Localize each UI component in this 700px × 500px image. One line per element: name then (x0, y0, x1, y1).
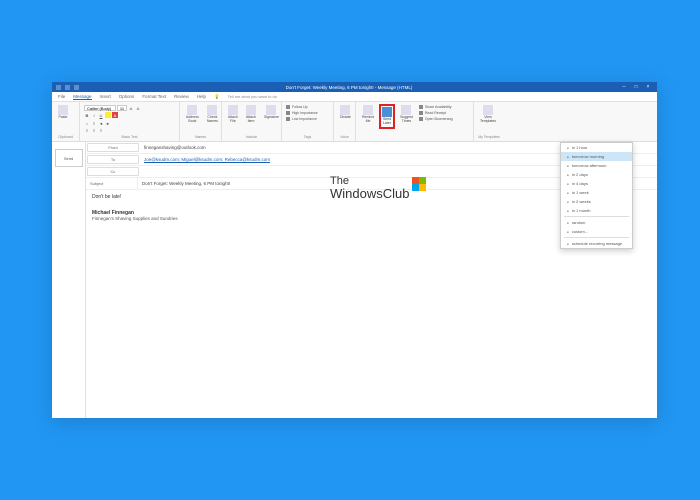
from-button[interactable]: From (87, 143, 139, 152)
font-color-button[interactable]: A (112, 112, 118, 118)
send-later-icon (382, 107, 392, 117)
maximize-button[interactable]: □ (631, 83, 641, 91)
bullets-button[interactable]: • (84, 121, 90, 127)
to-value[interactable]: Joe@ksudm.com; Miguel@ksudm.com; Rebecca… (140, 157, 274, 162)
align-left-button[interactable]: ≡ (84, 128, 90, 134)
tell-me-search[interactable]: Tell me what you want to do (228, 94, 277, 99)
signature-icon (266, 105, 276, 115)
tab-help[interactable]: Help (197, 94, 206, 99)
group-basic-text: Basic Text (83, 135, 176, 139)
undo-icon[interactable] (65, 85, 70, 90)
calendar-icon (401, 105, 411, 115)
check-names-button[interactable]: Check Names (204, 104, 221, 125)
group-clipboard: Clipboard (55, 135, 76, 139)
group-names: Names (183, 135, 218, 139)
lightbulb-icon: 💡 (214, 94, 220, 100)
attach-item-button[interactable]: Attach Item (243, 104, 259, 125)
tab-insert[interactable]: Insert (100, 94, 111, 99)
dropdown-item[interactable]: ●custom... (561, 227, 632, 236)
low-importance-button[interactable]: Low Importance (285, 116, 330, 122)
bold-button[interactable]: B (84, 112, 90, 118)
dropdown-item[interactable]: ●in 1 week (561, 188, 632, 197)
ribbon: Paste Clipboard Calibri (Body) 11 A A B … (52, 102, 657, 142)
dropdown-item[interactable]: ●tomorrow morning (561, 152, 632, 161)
decrease-font-button[interactable]: A (135, 105, 141, 111)
tab-format-text[interactable]: Format Text (142, 94, 166, 99)
dropdown-item[interactable]: ●in 1 month (561, 206, 632, 215)
tab-file[interactable]: File (58, 94, 65, 99)
paste-button[interactable]: Paste (55, 104, 71, 121)
save-icon[interactable] (56, 85, 61, 90)
receipt-icon (419, 111, 423, 115)
tab-message[interactable]: Message (73, 94, 91, 100)
dropdown-item[interactable]: ●random (561, 218, 632, 227)
minimize-button[interactable]: – (619, 83, 629, 91)
numbering-button[interactable]: ≡ (91, 121, 97, 127)
remind-icon (363, 105, 373, 115)
open-boomerang-button[interactable]: Open Boomerang (418, 116, 454, 122)
align-center-button[interactable]: ≡ (91, 128, 97, 134)
address-book-icon (187, 105, 197, 115)
check-names-icon (207, 105, 217, 115)
remind-me-button[interactable]: Remind Me (359, 104, 377, 125)
dropdown-item[interactable]: ●schedule recurring message (561, 239, 632, 248)
window-title: Don't Forget: Weekly Meeting, 6 PM tonig… (79, 85, 619, 90)
outlook-window: Don't Forget: Weekly Meeting, 6 PM tonig… (52, 82, 657, 418)
group-include: Include (225, 135, 278, 139)
tab-review[interactable]: Review (174, 94, 189, 99)
flag-icon (286, 105, 290, 109)
paste-icon (58, 105, 68, 115)
dropdown-item[interactable]: ●in 1 hour (561, 143, 632, 152)
address-book-button[interactable]: Address Book (183, 104, 202, 125)
attach-item-icon (246, 105, 256, 115)
group-templates: My Templates (477, 135, 501, 139)
dropdown-item[interactable]: ●tomorrow afternoon (561, 161, 632, 170)
low-priority-icon (286, 117, 290, 121)
font-size-select[interactable]: 11 (117, 105, 127, 111)
from-value[interactable]: finneganshaving@outlook.com (140, 145, 210, 150)
highlight-button[interactable] (105, 112, 111, 118)
view-templates-button[interactable]: View Templates (477, 104, 499, 125)
align-right-button[interactable]: ≡ (98, 128, 104, 134)
group-voice: Voice (337, 135, 352, 139)
high-priority-icon (286, 111, 290, 115)
italic-button[interactable]: I (91, 112, 97, 118)
dropdown-item[interactable]: ●in 4 days (561, 179, 632, 188)
share-icon (419, 105, 423, 109)
to-button[interactable]: To (87, 155, 139, 164)
close-button[interactable]: × (643, 83, 653, 91)
dropdown-item[interactable]: ●in 2 weeks (561, 197, 632, 206)
ribbon-tabs: File Message Insert Options Format Text … (52, 92, 657, 102)
tab-options[interactable]: Options (119, 94, 135, 99)
increase-font-button[interactable]: A (128, 105, 134, 111)
dictate-button[interactable]: Dictate (337, 104, 354, 121)
send-button[interactable]: Send (55, 149, 83, 167)
font-family-select[interactable]: Calibri (Body) (84, 105, 116, 111)
indent-button[interactable]: ► (105, 121, 111, 127)
send-later-button[interactable]: Send Later (379, 104, 395, 129)
subject-value[interactable]: Don't Forget: Weekly Meeting, 6 PM tonig… (138, 181, 234, 186)
dropdown-item[interactable]: ●in 2 days (561, 170, 632, 179)
dictate-icon (340, 105, 350, 115)
suggest-times-button[interactable]: Suggest Times (397, 104, 416, 125)
signature-button[interactable]: Signature (261, 104, 282, 121)
attach-file-icon (228, 105, 238, 115)
templates-icon (483, 105, 493, 115)
outdent-button[interactable]: ◄ (98, 121, 104, 127)
group-tags: Tags (285, 135, 330, 139)
subject-label: Subject (86, 178, 138, 189)
boomerang-icon (419, 117, 423, 121)
send-later-dropdown: ●in 1 hour ●tomorrow morning ●tomorrow a… (560, 142, 633, 249)
cc-button[interactable]: Cc (87, 167, 139, 176)
title-bar: Don't Forget: Weekly Meeting, 6 PM tonig… (52, 82, 657, 92)
underline-button[interactable]: U (98, 112, 104, 118)
attach-file-button[interactable]: Attach File (225, 104, 241, 125)
